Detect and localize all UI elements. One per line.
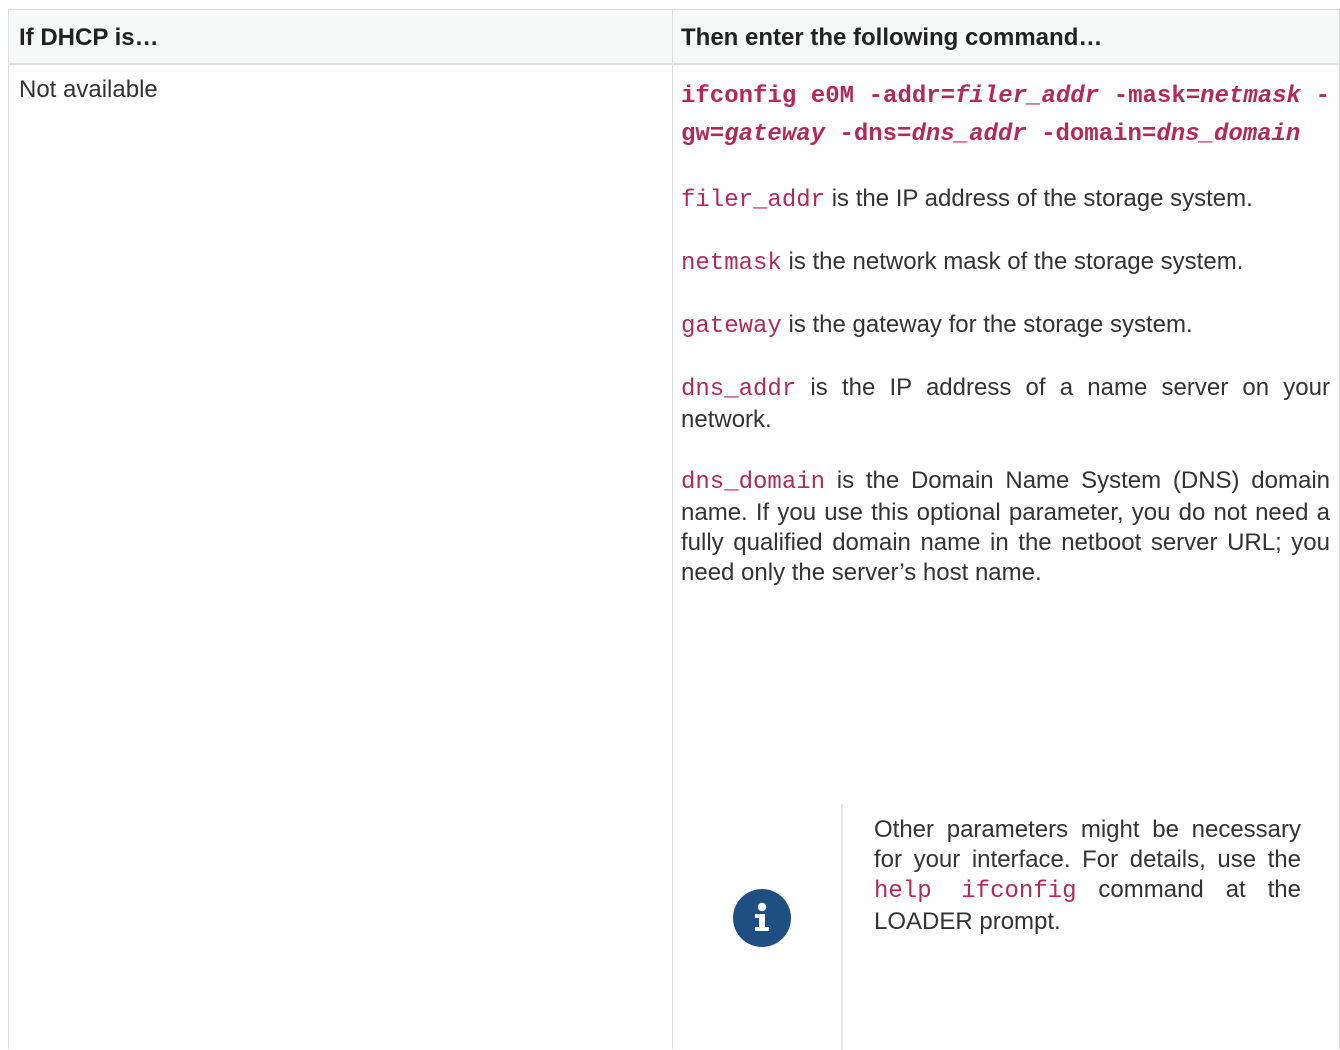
command-cell: ifconfig e0M -addr=filer_addr -mask=netm… bbox=[681, 78, 1330, 1050]
param-dns-domain: dns_domain is the Domain Name System (DN… bbox=[681, 466, 1330, 588]
note-icon-column bbox=[681, 804, 841, 1050]
param-gateway: gateway is the gateway for the storage s… bbox=[681, 310, 1330, 342]
note-text-before: Other parameters might be necessary for … bbox=[874, 816, 1301, 873]
note-admonition: Other parameters might be necessary for … bbox=[681, 804, 1330, 1050]
note-code: help ifconfig bbox=[874, 878, 1077, 905]
cmd-var-filer-addr: filer_addr bbox=[955, 83, 1100, 110]
cmd-part: -domain= bbox=[1026, 121, 1157, 148]
param-desc: is the gateway for the storage system. bbox=[781, 311, 1193, 338]
param-name: netmask bbox=[681, 250, 782, 277]
param-name: dns_addr bbox=[681, 376, 797, 403]
param-desc: is the IP address of the storage system. bbox=[825, 185, 1253, 212]
cmd-var-dns-domain: dns_domain bbox=[1156, 121, 1301, 148]
param-dns-addr: dns_addr is the IP address of a name ser… bbox=[681, 373, 1330, 435]
info-icon bbox=[733, 889, 791, 947]
column-divider bbox=[672, 10, 673, 1049]
param-desc: is the network mask of the storage syste… bbox=[781, 248, 1244, 275]
cmd-part: ifconfig e0M -addr= bbox=[681, 83, 956, 110]
note-divider bbox=[841, 804, 843, 1050]
cmd-part: -mask= bbox=[1099, 83, 1201, 110]
dhcp-command-table: If DHCP is… Then enter the following com… bbox=[8, 9, 1340, 1050]
cmd-var-gateway: gateway bbox=[724, 121, 826, 148]
param-netmask: netmask is the network mask of the stora… bbox=[681, 247, 1330, 279]
param-filer-addr: filer_addr is the IP address of the stor… bbox=[681, 184, 1330, 216]
table-header-row: If DHCP is… Then enter the following com… bbox=[9, 10, 1339, 65]
cmd-var-netmask: netmask bbox=[1200, 83, 1301, 110]
param-name: dns_domain bbox=[681, 469, 826, 496]
header-command: Then enter the following command… bbox=[681, 24, 1103, 51]
note-text: Other parameters might be necessary for … bbox=[874, 815, 1301, 937]
cmd-part: -dns= bbox=[825, 121, 912, 148]
ifconfig-command: ifconfig e0M -addr=filer_addr -mask=netm… bbox=[681, 78, 1330, 154]
condition-cell: Not available bbox=[19, 76, 158, 103]
cmd-var-dns-addr: dns_addr bbox=[911, 121, 1027, 148]
header-dhcp-condition: If DHCP is… bbox=[19, 24, 159, 51]
param-name: filer_addr bbox=[681, 187, 826, 214]
param-name: gateway bbox=[681, 313, 782, 340]
